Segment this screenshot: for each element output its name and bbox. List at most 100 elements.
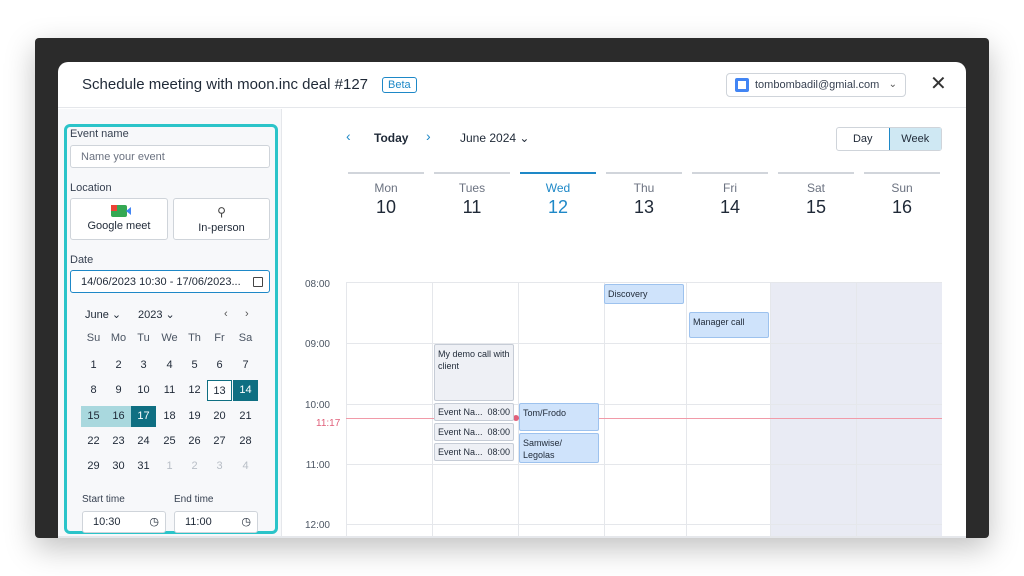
mini-calendar-day[interactable]: 19 xyxy=(182,406,207,427)
weekday-header: Th xyxy=(188,332,201,344)
mini-calendar-day[interactable]: 1 xyxy=(81,355,106,376)
mini-calendar-day[interactable]: 8 xyxy=(81,380,106,401)
grid-divider xyxy=(346,464,942,465)
close-icon[interactable]: ✕ xyxy=(930,74,947,94)
mini-calendar-day[interactable]: 9 xyxy=(106,380,131,401)
mini-calendar-day-selected[interactable]: 14 xyxy=(233,380,258,401)
mini-calendar-day[interactable]: 20 xyxy=(207,406,232,427)
hour-label: 12:00 xyxy=(304,520,330,531)
mini-calendar-day[interactable]: 25 xyxy=(157,431,182,452)
date-label: Date xyxy=(70,254,94,266)
month-select[interactable]: June ⌄ xyxy=(85,308,121,321)
hour-label: 09:00 xyxy=(304,339,330,350)
hour-label: 08:00 xyxy=(304,279,330,290)
mini-calendar-day[interactable]: 23 xyxy=(106,431,131,452)
date-range-input[interactable]: 14/06/2023 10:30 - 17/06/2023... xyxy=(70,270,270,293)
clock-icon: ◷ xyxy=(149,516,159,528)
prev-month-icon[interactable]: ‹ xyxy=(224,308,228,320)
google-meet-button[interactable]: Google meet xyxy=(70,198,168,240)
mini-calendar-day-selected[interactable]: 17 xyxy=(131,406,156,427)
calendar-event[interactable]: Samwise/ Legolas xyxy=(519,433,599,463)
mini-calendar-day[interactable]: 12 xyxy=(182,380,207,401)
mini-calendar-day[interactable]: 30 xyxy=(106,456,131,477)
google-calendar-icon xyxy=(735,78,749,92)
start-time-value: 10:30 xyxy=(93,516,121,528)
in-person-label: In-person xyxy=(198,222,245,234)
event-name-label: Event name xyxy=(70,128,129,140)
mini-calendar-day[interactable]: 24 xyxy=(131,431,156,452)
view-toggle: Day Week xyxy=(836,127,942,151)
mini-calendar-day[interactable]: 2 xyxy=(106,355,131,376)
day-header-tue: Tues 11 xyxy=(432,172,512,218)
google-meet-icon xyxy=(111,205,127,217)
day-header-sat: Sat 15 xyxy=(776,172,856,218)
calendar-event[interactable]: Discovery xyxy=(604,284,684,304)
weekday-header: Sa xyxy=(238,332,253,344)
calendar-event[interactable]: Event Na... 08:00 xyxy=(434,443,514,461)
week-view-button[interactable]: Week xyxy=(888,128,941,150)
weekend-shading xyxy=(770,283,856,538)
day-header-sun: Sun 16 xyxy=(862,172,942,218)
location-label: Location xyxy=(70,182,112,194)
day-header-fri: Fri 14 xyxy=(690,172,770,218)
mini-calendar-day[interactable]: 11 xyxy=(157,380,182,401)
calendar-event[interactable]: Event Na... 08:00 xyxy=(434,423,514,441)
start-time-input[interactable]: 10:30 ◷ xyxy=(82,511,166,533)
mini-calendar-day[interactable]: 3 xyxy=(131,355,156,376)
start-time-label: Start time xyxy=(82,494,125,505)
mini-calendar-day[interactable]: 26 xyxy=(182,431,207,452)
year-select[interactable]: 2023 ⌄ xyxy=(138,308,175,321)
day-header-wed: Wed 12 xyxy=(518,172,598,218)
mini-calendar-day-next-month[interactable]: 4 xyxy=(233,456,258,477)
weekday-header: We xyxy=(161,332,178,344)
calendar-event[interactable]: Tom/Frodo xyxy=(519,403,599,431)
mini-calendar-day[interactable]: 4 xyxy=(157,355,182,376)
grid-divider xyxy=(346,283,347,538)
hour-label: 10:00 xyxy=(304,400,330,411)
modal-header: Schedule meeting with moon.inc deal #127… xyxy=(58,62,966,108)
mini-calendar-day[interactable]: 21 xyxy=(233,406,258,427)
end-time-input[interactable]: 11:00 ◷ xyxy=(174,511,258,533)
mini-calendar-day-in-range[interactable]: 16 xyxy=(106,406,131,427)
grid-divider xyxy=(686,283,687,538)
google-meet-label: Google meet xyxy=(87,220,151,232)
account-email: tombombadil@gmial.com xyxy=(755,79,880,91)
day-header-mon: Mon 10 xyxy=(346,172,426,218)
previous-week-icon[interactable]: ‹ xyxy=(346,128,351,144)
mini-calendar-day[interactable]: 18 xyxy=(157,406,182,427)
mini-calendar-day[interactable]: 31 xyxy=(131,456,156,477)
mini-calendar-day[interactable]: 27 xyxy=(207,431,232,452)
mini-calendar-day[interactable]: 7 xyxy=(233,355,258,376)
mini-calendar-day[interactable]: 28 xyxy=(233,431,258,452)
day-header-thu: Thu 13 xyxy=(604,172,684,218)
mini-calendar-day-next-month[interactable]: 1 xyxy=(157,456,182,477)
schedule-meeting-modal: Schedule meeting with moon.inc deal #127… xyxy=(58,62,966,538)
mini-calendar-day[interactable]: 10 xyxy=(131,380,156,401)
weekday-header: Fr xyxy=(214,332,225,344)
end-time-value: 11:00 xyxy=(185,516,212,528)
mini-calendar-day-today[interactable]: 13 xyxy=(207,380,232,401)
next-month-icon[interactable]: › xyxy=(245,308,249,320)
grid-divider xyxy=(432,283,433,538)
calendar-event[interactable]: Manager call xyxy=(689,312,769,338)
mini-calendar-day-next-month[interactable]: 2 xyxy=(182,456,207,477)
next-week-icon[interactable]: › xyxy=(426,128,431,144)
day-view-button[interactable]: Day xyxy=(837,128,889,150)
mini-calendar-day-in-range[interactable]: 15 xyxy=(81,406,106,427)
in-person-button[interactable]: ⚲ In-person xyxy=(173,198,270,240)
mini-calendar-day[interactable]: 22 xyxy=(81,431,106,452)
mini-calendar-day[interactable]: 6 xyxy=(207,355,232,376)
modal-bottom-border xyxy=(58,536,966,538)
calendar-event[interactable]: Event Na... 08:00 xyxy=(434,403,514,421)
date-range-value: 14/06/2023 10:30 - 17/06/2023... xyxy=(81,275,241,288)
clock-icon: ◷ xyxy=(241,516,251,528)
mini-calendar-day-next-month[interactable]: 3 xyxy=(207,456,232,477)
event-name-input[interactable]: Name your event xyxy=(70,145,270,168)
today-button[interactable]: Today xyxy=(374,131,408,145)
beta-badge: Beta xyxy=(382,77,417,93)
calendar-event[interactable]: My demo call with client xyxy=(434,344,514,401)
mini-calendar-day[interactable]: 29 xyxy=(81,456,106,477)
month-picker[interactable]: June 2024 ⌄ xyxy=(460,131,529,145)
account-selector[interactable]: tombombadil@gmial.com ⌄ xyxy=(726,73,906,97)
mini-calendar-day[interactable]: 5 xyxy=(182,355,207,376)
